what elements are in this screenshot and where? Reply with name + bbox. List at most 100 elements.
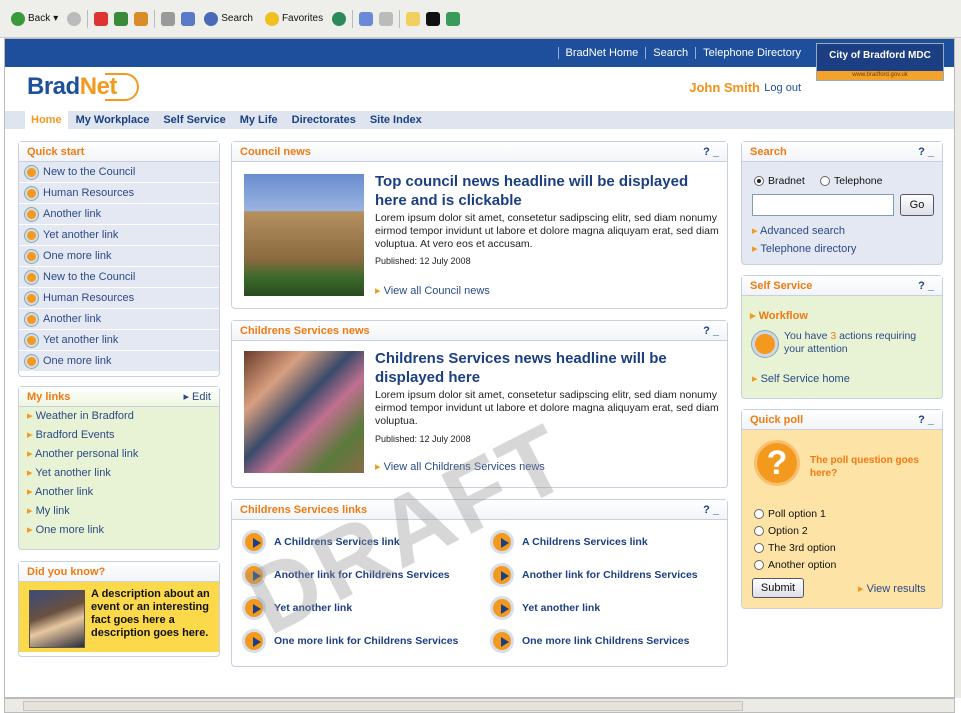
panel-controls[interactable]: ? _ — [918, 142, 934, 162]
arrow-icon — [25, 270, 38, 284]
self-service-home-link[interactable]: Self Service home — [752, 372, 850, 385]
vertical-scrollbar[interactable] — [955, 38, 961, 698]
list-item[interactable]: Yet another link — [19, 330, 219, 351]
list-item[interactable]: Another link — [19, 309, 219, 330]
logout-link[interactable]: Log out — [764, 82, 801, 94]
panel-controls[interactable]: ? _ — [703, 142, 719, 162]
children-image[interactable] — [244, 351, 364, 473]
radio-bradnet[interactable]: Bradnet — [754, 175, 805, 187]
news-headline[interactable]: Childrens Services news headline will be… — [375, 349, 685, 387]
top-link-directory[interactable]: Telephone Directory — [695, 47, 808, 59]
city-hall-image[interactable] — [244, 174, 364, 296]
poll-option[interactable]: Poll option 1 — [754, 508, 826, 520]
panel-controls[interactable]: ? _ — [918, 410, 934, 430]
window-icon[interactable] — [379, 11, 394, 26]
list-item[interactable]: Bradford Events — [19, 426, 219, 445]
favorites-button[interactable]: Favorites — [262, 10, 326, 28]
list-item[interactable]: Yet another link — [19, 464, 219, 483]
arrow-icon — [25, 354, 38, 368]
media-icon[interactable] — [332, 11, 347, 26]
nav-home[interactable]: Home — [25, 111, 68, 129]
search-input[interactable] — [752, 194, 894, 216]
cs-link[interactable]: One more link Childrens Services — [490, 629, 689, 653]
back-button[interactable]: Back ▾ — [8, 10, 61, 28]
stop-icon[interactable] — [94, 11, 109, 26]
folder-icon[interactable] — [406, 11, 421, 26]
list-item[interactable]: Another link — [19, 483, 219, 502]
poll-option[interactable]: The 3rd option — [754, 542, 836, 554]
nav-site-index[interactable]: Site Index — [370, 114, 422, 126]
did-you-know-text[interactable]: A description about an event or an inter… — [91, 588, 219, 640]
refresh-icon[interactable] — [114, 11, 129, 26]
list-item[interactable]: Human Resources — [19, 288, 219, 309]
radio-unchecked-icon — [754, 509, 764, 519]
play-arrow-icon — [242, 629, 266, 653]
nav-my-life[interactable]: My Life — [240, 114, 278, 126]
cs-link[interactable]: Yet another link — [490, 596, 600, 620]
view-all-link[interactable]: View all Council news — [375, 284, 490, 297]
go-button[interactable]: Go — [900, 194, 934, 216]
poll-option[interactable]: Option 2 — [754, 525, 808, 537]
nav-self-service[interactable]: Self Service — [163, 114, 225, 126]
did-you-know-body: A description about an event or an inter… — [19, 582, 219, 652]
panel-title: Did you know? — [19, 562, 219, 582]
list-item[interactable]: Another personal link — [19, 445, 219, 464]
published-date: Published: 12 July 2008 — [375, 256, 471, 266]
arrow-icon — [25, 228, 38, 242]
submit-button[interactable]: Submit — [752, 578, 804, 598]
list-item[interactable]: New to the Council — [19, 162, 219, 183]
portrait-image — [29, 590, 85, 648]
home-icon[interactable] — [134, 11, 149, 26]
edit-icon[interactable] — [181, 11, 196, 26]
mail-icon[interactable] — [359, 11, 374, 26]
list-item[interactable]: Another link — [19, 204, 219, 225]
panel-title: My links ▸ Edit — [19, 387, 219, 407]
nav-my-workplace[interactable]: My Workplace — [76, 114, 150, 126]
panel-controls[interactable]: ? _ — [703, 500, 719, 520]
page-frame: BradNet Home Search Telephone Directory … — [4, 38, 955, 698]
top-link-search[interactable]: Search — [645, 47, 695, 59]
panel-title: Council news? _ — [232, 142, 727, 162]
view-results-link[interactable]: View results — [858, 582, 926, 595]
news-headline[interactable]: Top council news headline will be displa… — [375, 172, 715, 210]
horizontal-scrollbar[interactable] — [4, 698, 955, 713]
list-item[interactable]: Yet another link — [19, 225, 219, 246]
h-icon[interactable] — [426, 11, 441, 26]
poll-option[interactable]: Another option — [754, 559, 836, 571]
list-item[interactable]: Weather in Bradford — [19, 407, 219, 426]
messenger-icon[interactable] — [446, 11, 461, 26]
nav-directorates[interactable]: Directorates — [292, 114, 356, 126]
arrow-icon — [25, 312, 38, 326]
toolbar-separator — [352, 9, 354, 28]
council-news-panel: Council news? _ Top council news headlin… — [231, 141, 728, 309]
workflow-message[interactable]: You have 3 actions requiring your attent… — [784, 330, 934, 356]
list-item[interactable]: One more link — [19, 351, 219, 372]
news-body: Lorem ipsum dolor sit amet, consetetur s… — [375, 212, 719, 250]
workflow-heading: Workflow — [750, 309, 808, 322]
telephone-directory-link[interactable]: Telephone directory — [752, 242, 856, 255]
edit-link[interactable]: ▸ Edit — [183, 387, 211, 407]
list-item[interactable]: New to the Council — [19, 267, 219, 288]
panel-controls[interactable]: ? _ — [703, 321, 719, 341]
quick-start-panel: Quick start New to the Council Human Res… — [18, 141, 220, 377]
radio-telephone[interactable]: Telephone — [820, 175, 882, 187]
search-icon — [204, 11, 219, 26]
did-you-know-panel: Did you know? A description about an eve… — [18, 561, 220, 657]
scrollbar-thumb[interactable] — [23, 701, 743, 711]
top-link-home[interactable]: BradNet Home — [557, 47, 646, 59]
advanced-search-link[interactable]: Advanced search — [752, 224, 845, 237]
forward-arrow-icon[interactable] — [67, 11, 82, 26]
list-item[interactable]: Human Resources — [19, 183, 219, 204]
panel-title: Childrens Services news? _ — [232, 321, 727, 341]
print-icon[interactable] — [161, 11, 176, 26]
cs-link[interactable]: Another link for Childrens Services — [490, 563, 698, 587]
bradnet-logo[interactable]: BradNet — [27, 73, 117, 101]
panel-controls[interactable]: ? _ — [918, 276, 934, 296]
list-item[interactable]: One more link — [19, 246, 219, 267]
header: BradNet John Smith Log out — [5, 67, 954, 111]
search-button[interactable]: Search — [201, 10, 256, 28]
council-logo[interactable]: City of Bradford MDC www.bradford.gov.uk — [816, 43, 944, 81]
list-item[interactable]: One more link — [19, 521, 219, 540]
back-arrow-icon — [11, 11, 25, 26]
list-item[interactable]: My link — [19, 502, 219, 521]
